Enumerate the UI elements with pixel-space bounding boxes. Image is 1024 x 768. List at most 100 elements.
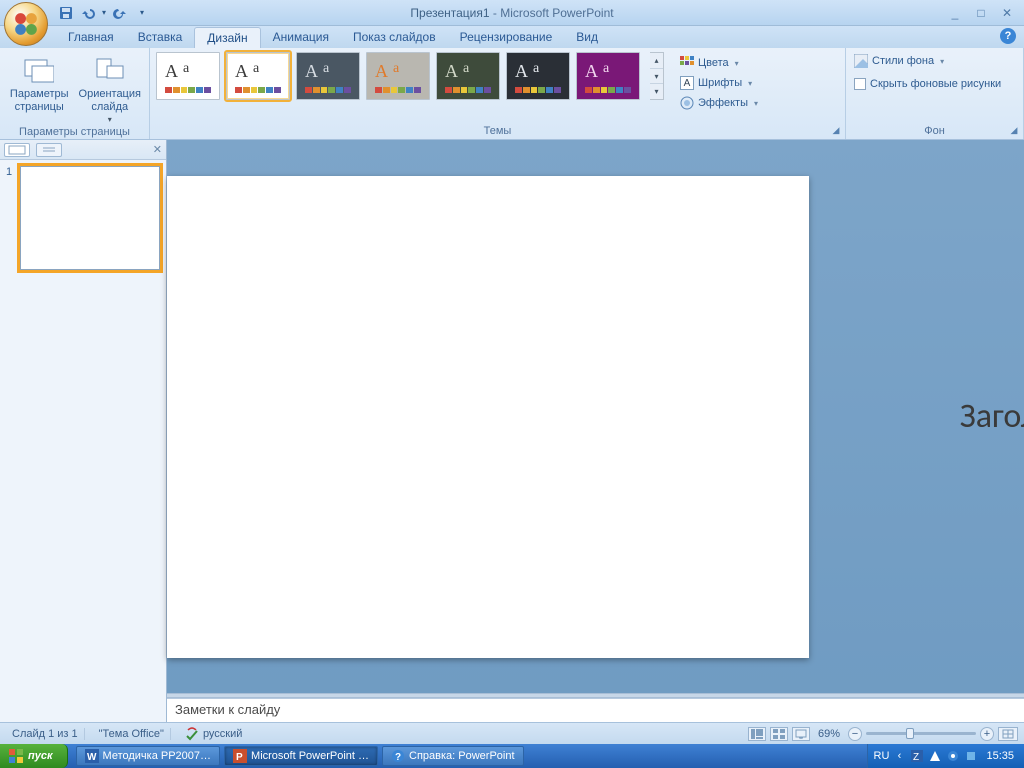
title-placeholder-text: Заголовок слайда bbox=[960, 396, 1024, 437]
taskbar-item-0[interactable]: WМетодичка PP2007… bbox=[76, 746, 221, 766]
ribbon-tabstrip: ГлавнаяВставкаДизайнАнимацияПоказ слайдо… bbox=[0, 26, 1024, 48]
zoom-slider-thumb[interactable] bbox=[906, 728, 914, 739]
colors-icon bbox=[680, 56, 694, 70]
tray-clock[interactable]: 15:35 bbox=[982, 750, 1018, 762]
svg-text:P: P bbox=[236, 752, 243, 763]
zoom-slider[interactable] bbox=[866, 732, 976, 735]
status-slide-info: Слайд 1 из 1 bbox=[6, 728, 85, 740]
normal-view-button[interactable] bbox=[748, 727, 766, 741]
title-placeholder[interactable]: Заголовок слайда bbox=[809, 362, 1024, 472]
theme-scroll-up[interactable]: ▴ bbox=[650, 53, 663, 69]
minimize-button[interactable]: _ bbox=[946, 6, 964, 20]
spelling-icon bbox=[185, 727, 199, 741]
slide-canvas[interactable] bbox=[167, 176, 809, 658]
slide-thumbnail-1[interactable]: 1 bbox=[6, 166, 160, 270]
start-button[interactable]: пуск bbox=[0, 744, 68, 768]
orientation-icon bbox=[94, 54, 126, 86]
page-setup-button[interactable]: Параметры страницы bbox=[6, 52, 73, 113]
close-button[interactable]: ✕ bbox=[998, 6, 1016, 20]
theme-thumb-5[interactable]: Aa bbox=[506, 52, 570, 100]
help-icon[interactable]: ? bbox=[1000, 28, 1016, 44]
undo-button[interactable] bbox=[78, 3, 98, 23]
slide-panel-tabs: ✕ bbox=[0, 140, 166, 160]
slide-thumbnail-canvas[interactable] bbox=[20, 166, 160, 270]
fit-to-window-button[interactable] bbox=[998, 727, 1018, 741]
page-setup-label: Параметры страницы bbox=[6, 88, 73, 113]
tray-volume-icon[interactable] bbox=[946, 749, 960, 763]
theme-scroll-down[interactable]: ▾ bbox=[650, 69, 663, 85]
slide-thumbnail-panel: ✕ 1 bbox=[0, 140, 167, 722]
theme-fonts-button[interactable]: A Шрифты▾ bbox=[676, 74, 762, 92]
taskbar-item-label: Справка: PowerPoint bbox=[409, 750, 515, 762]
tray-icon-3[interactable] bbox=[964, 749, 978, 763]
status-theme: "Тема Office" bbox=[93, 728, 171, 740]
svg-text:?: ? bbox=[395, 752, 401, 763]
theme-colors-button[interactable]: Цвета▾ bbox=[676, 54, 762, 72]
office-button[interactable] bbox=[4, 2, 48, 46]
taskbar-item-icon: P bbox=[233, 749, 247, 763]
ribbon-tab-2[interactable]: Дизайн bbox=[194, 27, 260, 48]
panel-close-icon[interactable]: ✕ bbox=[153, 143, 162, 156]
theme-thumb-6[interactable]: Aa bbox=[576, 52, 640, 100]
effects-icon bbox=[680, 96, 694, 110]
title-bar: ▾ ▾ Презентация1 - Microsoft PowerPoint … bbox=[0, 0, 1024, 26]
background-styles-icon bbox=[854, 54, 868, 68]
redo-button[interactable] bbox=[110, 3, 130, 23]
restore-button[interactable]: □ bbox=[972, 6, 990, 20]
ribbon-tab-5[interactable]: Рецензирование bbox=[448, 27, 565, 48]
tray-language[interactable]: RU bbox=[874, 749, 888, 763]
window-title: Презентация1 - Microsoft PowerPoint bbox=[0, 6, 1024, 20]
taskbar-item-2[interactable]: ? Справка: PowerPoint bbox=[382, 746, 524, 766]
themes-launcher-icon[interactable]: ◢ bbox=[831, 125, 841, 135]
background-launcher-icon[interactable]: ◢ bbox=[1009, 125, 1019, 135]
theme-effects-button[interactable]: Эффекты▾ bbox=[676, 94, 762, 112]
page-setup-icon bbox=[23, 54, 55, 86]
theme-thumb-0[interactable]: Aa bbox=[156, 52, 220, 100]
ribbon-tab-1[interactable]: Вставка bbox=[126, 27, 195, 48]
status-language-label: русский bbox=[203, 728, 242, 740]
svg-text:W: W bbox=[87, 752, 97, 763]
theme-gallery-scroll[interactable]: ▴ ▾ ▾ bbox=[650, 52, 664, 100]
ribbon-tab-0[interactable]: Главная bbox=[56, 27, 126, 48]
orientation-label: Ориентация слайда bbox=[77, 88, 144, 113]
sorter-view-button[interactable] bbox=[770, 727, 788, 741]
tray-icon-2[interactable] bbox=[928, 749, 942, 763]
svg-text:Z: Z bbox=[913, 752, 919, 762]
thumb-number: 1 bbox=[6, 166, 16, 178]
hide-background-label: Скрыть фоновые рисунки bbox=[870, 78, 1001, 90]
background-styles-button[interactable]: Стили фона▾ bbox=[852, 52, 946, 70]
theme-gallery-expand[interactable]: ▾ bbox=[650, 84, 663, 99]
notes-placeholder-text: Заметки к слайду bbox=[175, 702, 280, 717]
checkbox-icon bbox=[854, 78, 866, 90]
slideshow-view-button[interactable] bbox=[792, 727, 810, 741]
outline-tab[interactable] bbox=[36, 143, 62, 157]
undo-dropdown[interactable]: ▾ bbox=[100, 3, 108, 23]
ribbon-tab-4[interactable]: Показ слайдов bbox=[341, 27, 448, 48]
notes-pane[interactable]: Заметки к слайду bbox=[167, 698, 1024, 722]
zoom-out-button[interactable]: − bbox=[848, 727, 862, 741]
workspace: ✕ 1 Заголовок слайда Подзаголовок слайда… bbox=[0, 140, 1024, 722]
theme-thumb-4[interactable]: Aa bbox=[436, 52, 500, 100]
status-language[interactable]: русский bbox=[179, 727, 248, 741]
windows-logo-icon bbox=[8, 748, 24, 764]
slide-editor: Заголовок слайда Подзаголовок слайда ▴ ⏶… bbox=[167, 140, 1024, 722]
theme-thumb-2[interactable]: Aa bbox=[296, 52, 360, 100]
ribbon-tab-6[interactable]: Вид bbox=[564, 27, 610, 48]
theme-thumb-3[interactable]: Aa bbox=[366, 52, 430, 100]
zoom-value[interactable]: 69% bbox=[814, 728, 844, 740]
slide-orientation-button[interactable]: Ориентация слайда▾ bbox=[77, 52, 144, 124]
theme-gallery[interactable]: AaAaAaAaAaAaAa bbox=[156, 52, 646, 100]
theme-thumb-1[interactable]: Aa bbox=[226, 52, 290, 100]
qat-customize-dropdown[interactable]: ▾ bbox=[132, 3, 152, 23]
start-label: пуск bbox=[28, 750, 53, 762]
taskbar-item-1[interactable]: PMicrosoft PowerPoint … bbox=[224, 746, 378, 766]
slides-tab[interactable] bbox=[4, 143, 30, 157]
tray-chevron-icon[interactable]: ‹ bbox=[892, 749, 906, 763]
status-bar: Слайд 1 из 1 "Тема Office" русский 69% −… bbox=[0, 722, 1024, 744]
save-button[interactable] bbox=[56, 3, 76, 23]
tray-icon-1[interactable]: Z bbox=[910, 749, 924, 763]
hide-background-checkbox[interactable]: Скрыть фоновые рисунки bbox=[852, 76, 1003, 92]
zoom-in-button[interactable]: + bbox=[980, 727, 994, 741]
ribbon-tab-3[interactable]: Анимация bbox=[261, 27, 341, 48]
taskbar-item-icon: W bbox=[85, 749, 99, 763]
